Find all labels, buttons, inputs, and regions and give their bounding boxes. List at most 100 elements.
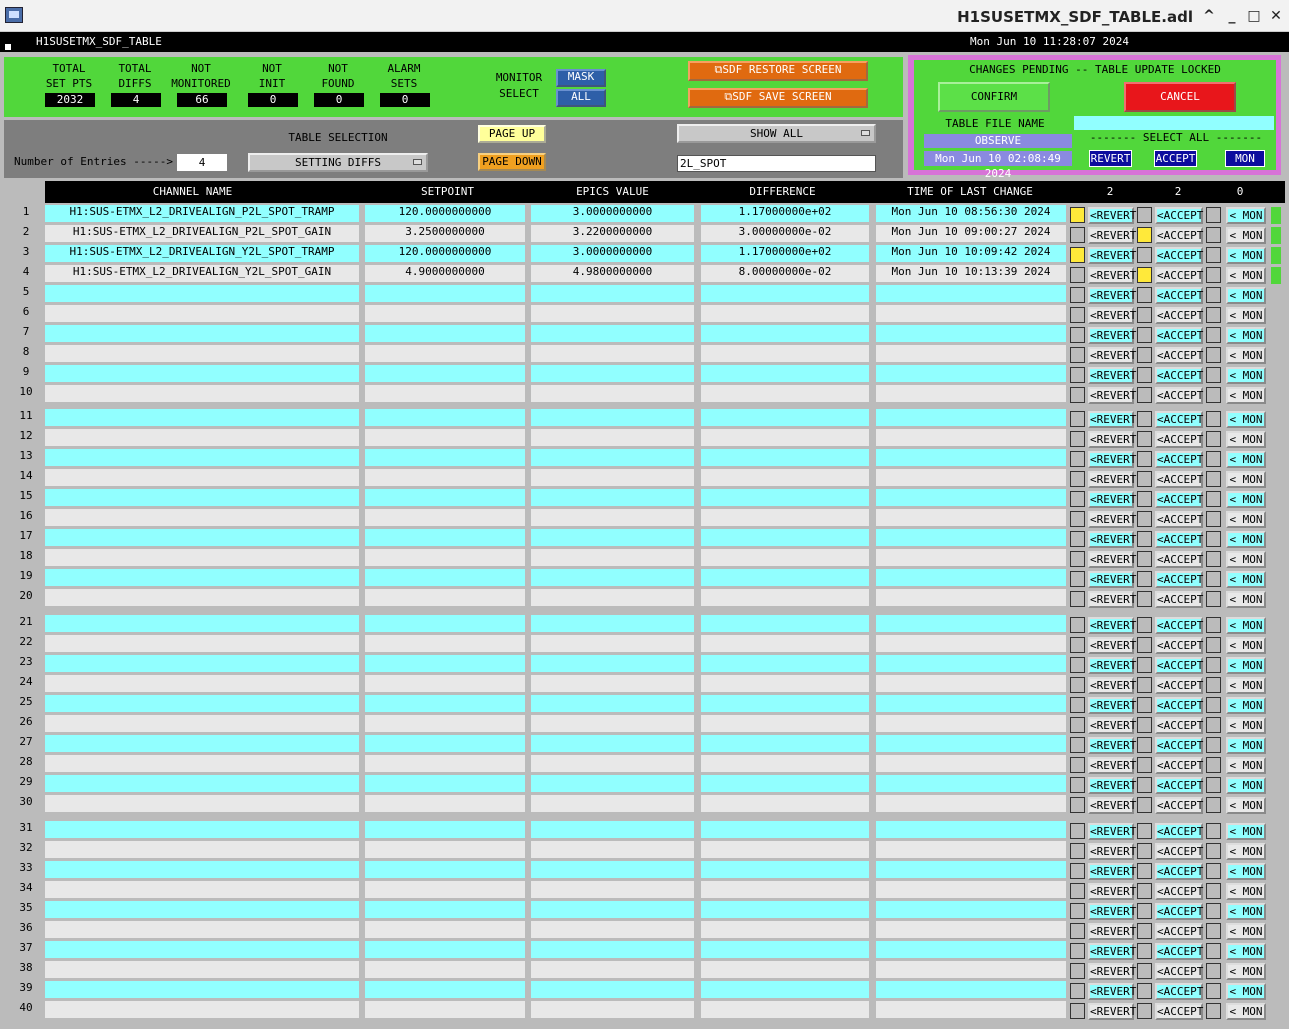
revert-button[interactable]: <REVERT (1088, 491, 1136, 508)
accept-button[interactable]: <ACCEPT (1155, 617, 1203, 634)
revert-button[interactable]: <REVERT (1088, 757, 1136, 774)
revert-button[interactable]: <REVERT (1088, 471, 1136, 488)
revert-button[interactable]: <REVERT (1088, 863, 1136, 880)
revert-button[interactable]: <REVERT (1088, 267, 1136, 284)
mon-checkbox[interactable] (1206, 451, 1221, 467)
revert-checkbox[interactable] (1070, 823, 1085, 839)
mon-checkbox[interactable] (1206, 777, 1221, 793)
accept-checkbox[interactable] (1137, 943, 1152, 959)
revert-button[interactable]: <REVERT (1088, 823, 1136, 840)
select-all-mon-button[interactable]: MON (1225, 150, 1265, 167)
accept-checkbox[interactable] (1137, 677, 1152, 693)
mon-checkbox[interactable] (1206, 983, 1221, 999)
mon-checkbox[interactable] (1206, 387, 1221, 403)
accept-button[interactable]: <ACCEPT (1155, 923, 1203, 940)
mon-button[interactable]: < MON (1226, 737, 1266, 754)
mon-checkbox[interactable] (1206, 1003, 1221, 1019)
mon-checkbox[interactable] (1206, 551, 1221, 567)
revert-button[interactable]: <REVERT (1088, 963, 1136, 980)
accept-button[interactable]: <ACCEPT (1155, 863, 1203, 880)
accept-button[interactable]: <ACCEPT (1155, 451, 1203, 468)
mon-checkbox[interactable] (1206, 757, 1221, 773)
mon-button[interactable]: < MON (1226, 637, 1266, 654)
mon-button[interactable]: < MON (1226, 777, 1266, 794)
mon-button[interactable]: < MON (1226, 983, 1266, 1000)
revert-checkbox[interactable] (1070, 207, 1085, 223)
accept-checkbox[interactable] (1137, 923, 1152, 939)
accept-button[interactable]: <ACCEPT (1155, 883, 1203, 900)
accept-button[interactable]: <ACCEPT (1155, 207, 1203, 224)
accept-checkbox[interactable] (1137, 757, 1152, 773)
accept-button[interactable]: <ACCEPT (1155, 903, 1203, 920)
revert-button[interactable]: <REVERT (1088, 511, 1136, 528)
mon-button[interactable]: < MON (1226, 823, 1266, 840)
revert-button[interactable]: <REVERT (1088, 551, 1136, 568)
all-button[interactable]: ALL (556, 89, 606, 107)
revert-button[interactable]: <REVERT (1088, 307, 1136, 324)
mon-button[interactable]: < MON (1226, 387, 1266, 404)
mon-button[interactable]: < MON (1226, 551, 1266, 568)
revert-checkbox[interactable] (1070, 287, 1085, 303)
accept-checkbox[interactable] (1137, 843, 1152, 859)
revert-checkbox[interactable] (1070, 843, 1085, 859)
revert-checkbox[interactable] (1070, 963, 1085, 979)
accept-button[interactable]: <ACCEPT (1155, 737, 1203, 754)
accept-button[interactable]: <ACCEPT (1155, 983, 1203, 1000)
mon-button[interactable]: < MON (1226, 757, 1266, 774)
accept-checkbox[interactable] (1137, 797, 1152, 813)
mon-checkbox[interactable] (1206, 617, 1221, 633)
revert-checkbox[interactable] (1070, 387, 1085, 403)
revert-checkbox[interactable] (1070, 471, 1085, 487)
accept-button[interactable]: <ACCEPT (1155, 491, 1203, 508)
mon-button[interactable]: < MON (1226, 287, 1266, 304)
revert-button[interactable]: <REVERT (1088, 943, 1136, 960)
revert-checkbox[interactable] (1070, 347, 1085, 363)
accept-button[interactable]: <ACCEPT (1155, 227, 1203, 244)
mon-checkbox[interactable] (1206, 247, 1221, 263)
mon-button[interactable]: < MON (1226, 943, 1266, 960)
sdf-restore-screen-button[interactable]: ⧉SDF RESTORE SCREEN (688, 61, 868, 81)
mon-button[interactable]: < MON (1226, 591, 1266, 608)
mon-button[interactable]: < MON (1226, 451, 1266, 468)
accept-button[interactable]: <ACCEPT (1155, 511, 1203, 528)
mon-button[interactable]: < MON (1226, 863, 1266, 880)
accept-button[interactable]: <ACCEPT (1155, 843, 1203, 860)
accept-checkbox[interactable] (1137, 287, 1152, 303)
maximize-icon[interactable]: □ (1244, 6, 1264, 26)
mon-button[interactable]: < MON (1226, 307, 1266, 324)
accept-button[interactable]: <ACCEPT (1155, 797, 1203, 814)
accept-checkbox[interactable] (1137, 737, 1152, 753)
accept-checkbox[interactable] (1137, 657, 1152, 673)
accept-checkbox[interactable] (1137, 777, 1152, 793)
accept-button[interactable]: <ACCEPT (1155, 637, 1203, 654)
minimize-icon[interactable]: _ (1222, 6, 1242, 26)
select-all-revert-button[interactable]: REVERT (1089, 150, 1132, 167)
revert-button[interactable]: <REVERT (1088, 591, 1136, 608)
filter-input[interactable]: 2L_SPOT (677, 155, 876, 172)
revert-checkbox[interactable] (1070, 863, 1085, 879)
revert-checkbox[interactable] (1070, 717, 1085, 733)
revert-checkbox[interactable] (1070, 637, 1085, 653)
accept-checkbox[interactable] (1137, 387, 1152, 403)
mon-checkbox[interactable] (1206, 347, 1221, 363)
accept-button[interactable]: <ACCEPT (1155, 267, 1203, 284)
accept-button[interactable]: <ACCEPT (1155, 387, 1203, 404)
accept-checkbox[interactable] (1137, 431, 1152, 447)
mon-checkbox[interactable] (1206, 797, 1221, 813)
accept-checkbox[interactable] (1137, 247, 1152, 263)
mon-button[interactable]: < MON (1226, 883, 1266, 900)
accept-button[interactable]: <ACCEPT (1155, 757, 1203, 774)
revert-button[interactable]: <REVERT (1088, 697, 1136, 714)
accept-checkbox[interactable] (1137, 227, 1152, 243)
accept-button[interactable]: <ACCEPT (1155, 327, 1203, 344)
revert-checkbox[interactable] (1070, 411, 1085, 427)
mon-checkbox[interactable] (1206, 207, 1221, 223)
accept-checkbox[interactable] (1137, 591, 1152, 607)
revert-button[interactable]: <REVERT (1088, 637, 1136, 654)
revert-checkbox[interactable] (1070, 247, 1085, 263)
revert-checkbox[interactable] (1070, 737, 1085, 753)
revert-button[interactable]: <REVERT (1088, 883, 1136, 900)
mon-checkbox[interactable] (1206, 591, 1221, 607)
accept-button[interactable]: <ACCEPT (1155, 307, 1203, 324)
table-selection-dropdown[interactable]: SETTING DIFFS (248, 153, 428, 172)
